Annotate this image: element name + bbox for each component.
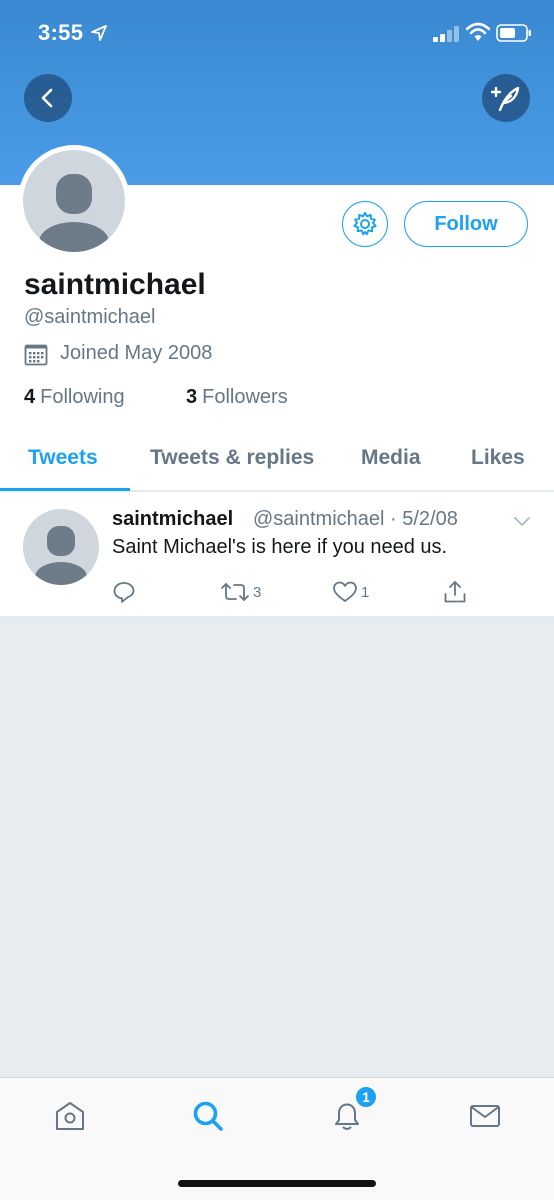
profile-tabs: Tweets Tweets & replies Media Likes [0,430,554,491]
wifi-icon [466,22,490,41]
follow-button[interactable]: Follow [404,201,528,247]
messages-icon [470,1105,500,1127]
share-icon [444,581,466,603]
active-tab-indicator [0,488,130,491]
status-bar: 3:55 [0,0,554,70]
reply-icon [113,582,135,603]
tweet-handle-date: @saintmichael · 5/2/08 [253,508,458,530]
followers-label: Followers [202,386,288,408]
chevron-left-icon [41,88,53,108]
status-time: 3:55 [38,20,84,45]
home-icon [56,1102,84,1130]
profile-display-name: saintmichael [24,268,206,301]
like-count: 1 [361,583,370,601]
compose-tweet-icon [491,86,520,112]
tab-search[interactable] [190,1098,226,1134]
tweet-avatar[interactable] [23,509,99,585]
default-avatar-icon [23,150,125,252]
tweet-item[interactable]: saintmichael @saintmichael · 5/2/08 Sain… [0,492,554,617]
tab-media[interactable]: Media [361,446,421,470]
battery-icon [496,24,531,42]
followers-link[interactable]: 3 Followers [186,386,288,409]
retweet-icon [221,583,249,601]
profile-settings-button[interactable] [342,201,388,247]
following-label: Following [40,386,125,408]
tweet-author-name[interactable]: saintmichael [112,508,233,531]
followers-count: 3 [186,386,198,408]
tab-tweets-and-replies[interactable]: Tweets & replies [150,446,314,470]
gear-icon [353,212,377,236]
notification-badge: 1 [355,1086,377,1108]
location-arrow-icon [91,25,107,41]
tweet-text: Saint Michael's is here if you need us. [112,536,448,558]
home-indicator[interactable] [178,1180,376,1187]
retweet-button[interactable]: 3 [220,580,261,604]
reply-button[interactable] [112,580,139,604]
profile-joined-date: Joined May 2008 [60,342,213,364]
chevron-down-icon[interactable] [513,514,531,528]
profile-avatar[interactable] [18,145,130,257]
like-button[interactable]: 1 [332,580,369,604]
compose-tweet-button[interactable] [482,74,530,122]
tab-tweets[interactable]: Tweets [28,446,98,470]
share-button[interactable] [443,580,467,604]
profile-handle: @saintmichael [24,306,156,328]
signal-icon [433,26,459,42]
tab-home[interactable] [52,1098,88,1134]
heart-icon [333,581,357,602]
tab-likes[interactable]: Likes [471,446,525,470]
tab-messages[interactable] [467,1098,503,1134]
following-count: 4 [24,386,36,408]
following-link[interactable]: 4 Following [24,386,125,409]
back-button[interactable] [24,74,72,122]
calendar-icon [24,344,48,366]
retweet-count: 3 [253,583,262,601]
search-icon [193,1101,223,1131]
